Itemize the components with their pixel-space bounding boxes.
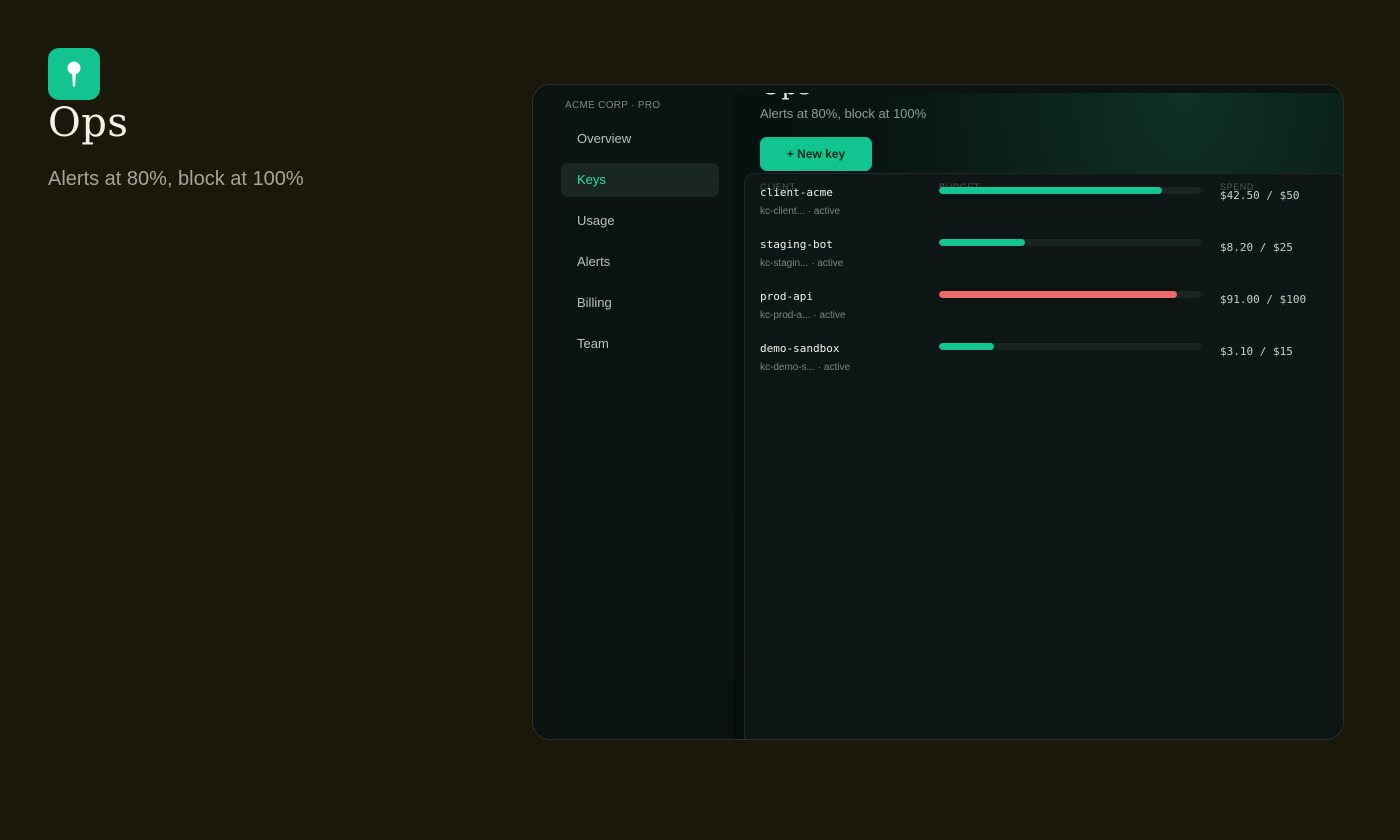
hero-subtitle: Alerts at 80%, block at 100% (48, 168, 304, 190)
budget-value: $91.00 / $100 (1220, 293, 1307, 306)
budget-progress-fill (939, 291, 1178, 298)
budget-progress-bar (939, 291, 1201, 298)
sidebar-item-billing[interactable]: Billing (561, 286, 719, 320)
budget-progress-fill (939, 343, 995, 350)
key-name: demo-sandbox (760, 342, 840, 355)
app-window: ACME CORP · PRO Overview Keys Usage Aler… (532, 84, 1344, 740)
budget-progress-bar (939, 187, 1201, 194)
main-content: Ops Alerts at 80%, block at 100% + New k… (734, 93, 1343, 739)
key-name: prod-api (760, 290, 813, 303)
sidebar-item-alerts[interactable]: Alerts (561, 245, 719, 279)
page-subtitle: Alerts at 80%, block at 100% (760, 106, 927, 121)
key-meta: kc-stagin... · active (760, 258, 844, 269)
page-title: Ops (760, 93, 811, 101)
budget-value: $42.50 / $50 (1220, 189, 1300, 202)
table-row[interactable]: client-acme kc-client... · active $42.50… (745, 182, 1343, 234)
key-meta: kc-demo-s... · active (760, 362, 851, 373)
key-meta: kc-prod-a... · active (760, 310, 846, 321)
keys-panel: Client Budget Spend client-acme kc-clien… (744, 173, 1343, 739)
new-key-button[interactable]: + New key (760, 137, 872, 171)
sidebar-item-keys[interactable]: Keys (561, 163, 719, 197)
budget-progress-bar (939, 239, 1201, 246)
budget-value: $3.10 / $15 (1220, 345, 1293, 358)
key-name: staging-bot (760, 238, 833, 251)
org-label: ACME CORP · PRO (565, 100, 661, 111)
keyhole-icon (67, 61, 81, 87)
hero-title: Ops (48, 100, 129, 146)
table-row[interactable]: staging-bot kc-stagin... · active $8.20 … (745, 234, 1343, 286)
sidebar-item-team[interactable]: Team (561, 327, 719, 361)
budget-progress-fill (939, 239, 1026, 246)
sidebar-item-overview[interactable]: Overview (561, 122, 719, 156)
sidebar-item-usage[interactable]: Usage (561, 204, 719, 238)
sidebar: ACME CORP · PRO Overview Keys Usage Aler… (548, 93, 734, 739)
budget-value: $8.20 / $25 (1220, 241, 1293, 254)
sidebar-nav: Overview Keys Usage Alerts Billing Team (561, 122, 719, 368)
budget-progress-fill (939, 187, 1162, 194)
budget-progress-bar (939, 343, 1201, 350)
table-row[interactable]: prod-api kc-prod-a... · active $91.00 / … (745, 286, 1343, 338)
key-name: client-acme (760, 186, 833, 199)
table-row[interactable]: demo-sandbox kc-demo-s... · active $3.10… (745, 338, 1343, 390)
app-logo (48, 48, 100, 100)
key-meta: kc-client... · active (760, 206, 841, 217)
